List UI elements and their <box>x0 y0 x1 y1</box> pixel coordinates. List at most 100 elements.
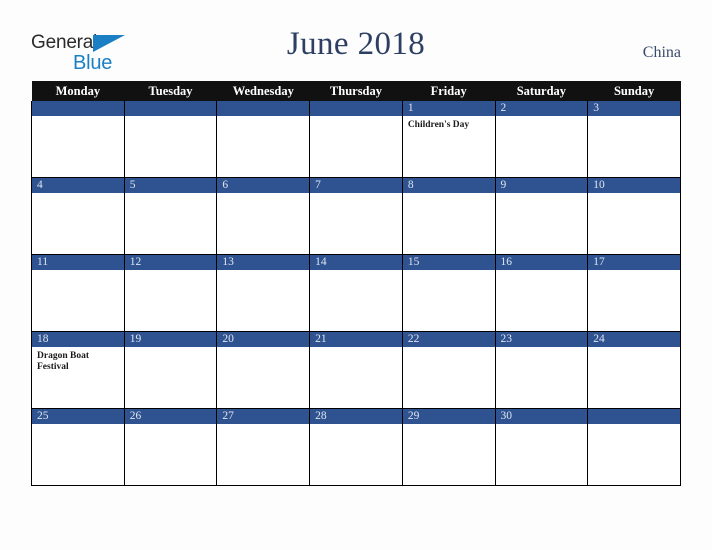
calendar-day-cell[interactable]: 1 Children's Day <box>401 101 496 178</box>
day-event: Children's Day <box>407 120 470 130</box>
calendar-day-cell[interactable]: 9 <box>494 177 589 255</box>
day-number: 23 <box>495 332 588 347</box>
day-content <box>310 347 402 408</box>
day-number: 2 <box>495 101 588 116</box>
day-content <box>217 270 309 331</box>
day-content <box>403 424 495 485</box>
calendar-day-cell[interactable]: 15 <box>401 254 496 332</box>
day-number: 26 <box>124 409 217 424</box>
day-content <box>125 347 217 408</box>
day-number: 17 <box>588 255 680 270</box>
calendar-day-cell[interactable]: 13 <box>216 254 311 332</box>
day-number: 3 <box>588 101 680 116</box>
day-content <box>125 116 217 177</box>
calendar-day-cell[interactable]: 30 <box>494 408 589 486</box>
calendar-day-cell[interactable]: 8 <box>401 177 496 255</box>
day-number: 6 <box>217 178 310 193</box>
weekday-header-tuesday: Tuesday <box>124 81 217 101</box>
calendar-day-cell[interactable]: 23 <box>494 331 589 409</box>
calendar-day-cell[interactable]: 17 <box>587 254 681 332</box>
day-content <box>310 270 402 331</box>
calendar-day-cell[interactable]: 25 <box>31 408 125 486</box>
calendar-day-cell[interactable] <box>123 101 218 178</box>
day-number: 13 <box>217 255 310 270</box>
day-content <box>310 116 402 177</box>
calendar-day-cell[interactable]: 4 <box>31 177 125 255</box>
day-content <box>125 424 217 485</box>
day-number: 11 <box>32 255 124 270</box>
day-content <box>496 347 588 408</box>
calendar-week-row: 11 12 13 14 15 16 17 <box>31 254 681 332</box>
weekday-header-row: Monday Tuesday Wednesday Thursday Friday… <box>31 81 681 101</box>
calendar-day-cell[interactable]: 27 <box>216 408 311 486</box>
calendar-day-cell[interactable]: 2 <box>494 101 589 178</box>
calendar-day-cell[interactable] <box>587 408 681 486</box>
calendar-day-cell[interactable]: 18 Dragon Boat Festival <box>31 331 125 409</box>
day-number: 27 <box>217 409 310 424</box>
calendar-day-cell[interactable]: 11 <box>31 254 125 332</box>
day-number: 20 <box>217 332 310 347</box>
calendar-day-cell[interactable]: 21 <box>309 331 403 409</box>
day-content <box>496 424 588 485</box>
day-content <box>217 116 309 177</box>
calendar-day-cell[interactable]: 28 <box>309 408 403 486</box>
day-content <box>32 193 124 254</box>
calendar-day-cell[interactable]: 29 <box>401 408 496 486</box>
day-number: 5 <box>124 178 217 193</box>
day-content <box>588 193 680 254</box>
day-number: 1 <box>402 101 495 116</box>
day-number: 22 <box>402 332 495 347</box>
calendar-day-cell[interactable]: 19 <box>123 331 218 409</box>
day-number: 25 <box>32 409 124 424</box>
page-title: June 2018 <box>286 26 426 62</box>
calendar-day-cell[interactable]: 20 <box>216 331 311 409</box>
day-content <box>403 193 495 254</box>
day-content <box>496 193 588 254</box>
weekday-header-friday: Friday <box>402 81 496 101</box>
weekday-header-saturday: Saturday <box>495 81 588 101</box>
weekday-header-monday: Monday <box>31 81 125 101</box>
day-number: 19 <box>124 332 217 347</box>
calendar-day-cell[interactable]: 22 <box>401 331 496 409</box>
day-number <box>217 101 310 116</box>
calendar-day-cell[interactable]: 6 <box>216 177 311 255</box>
day-number: 30 <box>495 409 588 424</box>
day-content <box>496 116 588 177</box>
day-content <box>588 424 680 485</box>
day-number: 16 <box>495 255 588 270</box>
day-content <box>32 270 124 331</box>
calendar-day-cell[interactable]: 12 <box>123 254 218 332</box>
calendar-day-cell[interactable]: 7 <box>309 177 403 255</box>
day-number <box>32 101 124 116</box>
calendar-day-cell[interactable] <box>31 101 125 178</box>
day-number: 29 <box>402 409 495 424</box>
calendar-day-cell[interactable] <box>216 101 311 178</box>
day-content <box>217 193 309 254</box>
calendar-day-cell[interactable]: 10 <box>587 177 681 255</box>
day-content <box>403 270 495 331</box>
day-content <box>310 424 402 485</box>
day-number: 8 <box>402 178 495 193</box>
day-content <box>588 116 680 177</box>
day-number: 14 <box>310 255 402 270</box>
calendar-week-row: 1 Children's Day 2 3 <box>31 101 681 178</box>
calendar-day-cell[interactable] <box>309 101 403 178</box>
calendar-day-cell[interactable]: 5 <box>123 177 218 255</box>
calendar-day-cell[interactable]: 26 <box>123 408 218 486</box>
calendar-day-cell[interactable]: 16 <box>494 254 589 332</box>
day-number <box>310 101 402 116</box>
calendar-day-cell[interactable]: 3 <box>587 101 681 178</box>
calendar-day-cell[interactable]: 14 <box>309 254 403 332</box>
day-content <box>403 347 495 408</box>
day-content <box>217 347 309 408</box>
day-content <box>125 193 217 254</box>
day-event: Dragon Boat Festival <box>37 351 89 372</box>
day-content <box>310 193 402 254</box>
day-number: 10 <box>588 178 680 193</box>
day-number: 9 <box>495 178 588 193</box>
calendar-week-row: 18 Dragon Boat Festival 19 20 21 22 23 2… <box>31 331 681 409</box>
day-content <box>125 270 217 331</box>
day-content <box>217 424 309 485</box>
calendar-body: 1 Children's Day 2 3 4 5 6 7 8 9 10 11 1… <box>31 101 681 486</box>
calendar-day-cell[interactable]: 24 <box>587 331 681 409</box>
